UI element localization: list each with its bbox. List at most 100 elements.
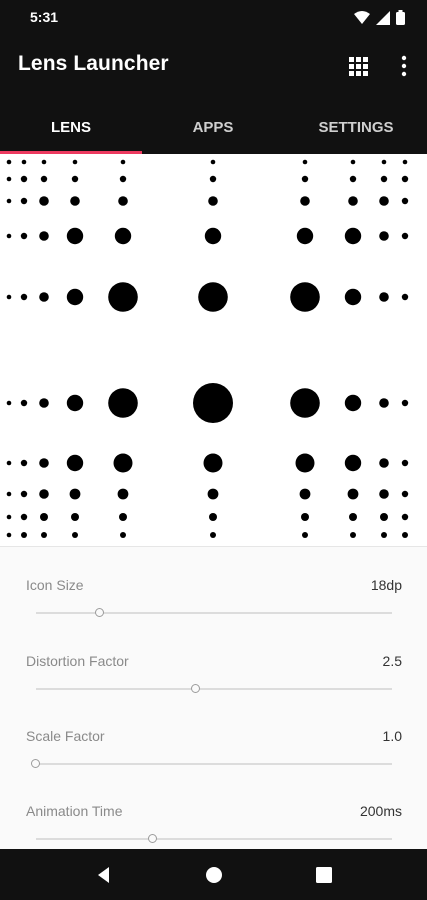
lens-dot [20,293,28,301]
lens-dot [120,159,126,165]
lens-dot [70,196,80,206]
lens-dot [40,175,48,183]
lens-dot [401,513,409,521]
lens-dot [344,227,362,245]
animation-time-slider[interactable] [36,838,392,840]
icon-size-slider-thumb[interactable] [95,608,105,617]
wifi-icon [354,10,370,24]
lens-dot [348,196,358,206]
lens-dot [20,459,28,467]
recents-button[interactable] [312,863,336,887]
lens-dot [379,398,389,408]
lens-dot [39,489,49,499]
lens-dot [66,227,84,245]
lens-dot [6,514,12,520]
lens-dot [66,288,84,306]
lens-dot [114,227,132,245]
scale-factor-slider[interactable] [36,763,392,765]
lens-dot [209,513,217,521]
home-icon [206,867,222,883]
lens-dot [72,159,78,165]
lens-dot [301,513,309,521]
lens-dot [6,491,12,497]
distortion-factor-slider-thumb[interactable] [191,684,201,693]
lens-dot [21,159,27,165]
lens-dot [295,453,315,473]
lens-dot [117,488,129,500]
lens-dot [401,197,409,205]
lens-dot [402,532,408,538]
lens-dot [207,488,219,500]
lens-dot [401,232,409,240]
lens-dot [6,233,12,239]
lens-dot [6,198,12,204]
tab-lens[interactable]: LENS [0,100,142,154]
lens-dot [71,175,79,183]
lens-dot [6,159,12,165]
apps-grid-icon [349,57,368,76]
lens-dot [113,453,133,473]
animation-time-label: Animation Time [26,803,123,819]
battery-icon [396,10,405,25]
lens-dot [39,231,49,241]
lens-dot [379,231,389,241]
lens-dot [108,282,138,312]
lens-dot [69,488,81,500]
lens-dot [350,159,356,165]
scale-factor-slider-thumb[interactable] [31,759,40,768]
icon-size-value: 18dp [370,577,402,593]
lens-dot [71,513,79,521]
more-options-button[interactable] [392,54,416,78]
lens-dot [204,227,222,245]
lens-dot [66,394,84,412]
lens-dot [401,399,409,407]
lens-dot [118,196,128,206]
status-time: 5:31 [30,9,59,25]
distortion-factor-value: 2.5 [382,653,402,669]
status-icons [354,10,405,25]
lens-dot [120,532,126,538]
lens-dot [203,453,223,473]
lens-dot [209,175,217,183]
lens-dot [302,532,308,538]
icon-size-slider[interactable] [36,612,392,614]
lens-dot [6,460,12,466]
distortion-factor-slider[interactable] [36,688,392,690]
back-icon [98,867,109,883]
lens-dot [379,292,389,302]
lens-dot [350,532,356,538]
apps-grid-button[interactable] [346,54,370,78]
animation-time-slider-thumb[interactable] [148,834,158,843]
lens-dot [208,196,218,206]
tab-settings[interactable]: SETTINGS [285,100,427,154]
tab-apps[interactable]: APPS [142,100,284,154]
lens-dot [349,175,357,183]
home-button[interactable] [202,863,226,887]
lens-preview[interactable] [0,154,427,546]
scale-factor-label: Scale Factor [26,728,105,744]
lens-dot [290,388,320,418]
scale-factor-value: 1.0 [382,728,402,744]
lens-dot [20,232,28,240]
lens-dot [379,458,389,468]
lens-dot [20,175,28,183]
app-bar: Lens Launcher [0,34,427,100]
lens-dot [344,394,362,412]
more-vert-icon [401,55,407,77]
lens-dot [20,513,28,521]
lens-dot [401,175,409,183]
lens-dot [198,282,228,312]
navigation-bar [0,849,427,900]
lens-dot [6,532,12,538]
tab-bar: LENS APPS SETTINGS [0,100,427,154]
recents-icon [316,867,332,883]
lens-dot [344,288,362,306]
lens-dot [301,175,309,183]
signal-icon [376,10,390,25]
back-button[interactable] [92,863,116,887]
lens-dot [381,159,387,165]
lens-dot [349,513,357,521]
lens-dot [21,532,27,538]
lens-dot [39,398,49,408]
lens-dot [344,454,362,472]
